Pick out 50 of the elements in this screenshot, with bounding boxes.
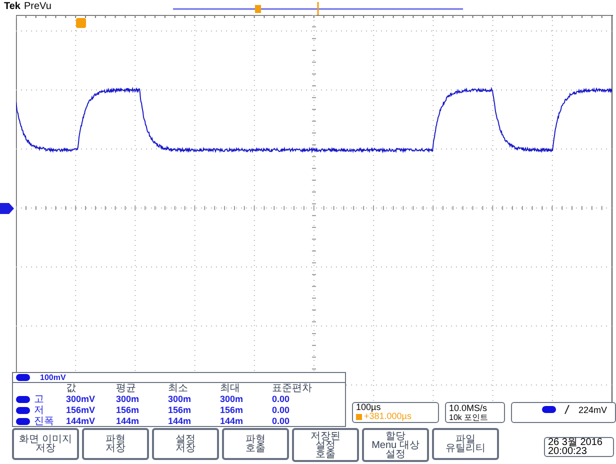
menu-button[interactable]: 저장된 설정 호출 <box>292 428 359 462</box>
trigger-position-icon <box>76 18 86 28</box>
channel-badge-icon <box>16 396 30 403</box>
sample-rate: 10.0MS/s <box>449 403 488 413</box>
column-header: 평균 <box>116 383 137 394</box>
column-header: 최대 <box>220 383 241 394</box>
measurement-value: 156mV <box>66 405 96 416</box>
date-label: 26 3월 2016 <box>548 438 604 447</box>
menu-button[interactable]: 파일 유틸리티 <box>432 428 499 460</box>
measurement-label: 진폭 <box>34 416 55 427</box>
measurement-label: 고 <box>34 394 45 405</box>
time-label: 20:00:23 <box>548 447 588 456</box>
menu-button[interactable]: 화면 이미지 저장 <box>12 428 79 460</box>
horizontal-position: +381.000µs <box>364 412 412 421</box>
channel-scale: 100mV <box>40 373 66 382</box>
menu-button[interactable]: 파형 호출 <box>222 428 289 460</box>
window-marker-icon <box>255 5 261 13</box>
measurement-value: 0.00 <box>272 394 291 405</box>
rising-slope-icon <box>564 405 570 414</box>
measurement-value: 156m <box>220 405 244 416</box>
measurement-value: 144m <box>168 416 192 427</box>
measurement-value: 300mV <box>66 394 96 405</box>
trigger-level: 224mV <box>578 405 607 415</box>
record-length: 10k 포인트 <box>449 413 490 423</box>
measurement-value: 156m <box>116 405 140 416</box>
menu-button[interactable]: 설정 저장 <box>152 428 219 460</box>
measurement-value: 300m <box>220 394 244 405</box>
column-header: 표준편차 <box>272 383 313 394</box>
channel-badge-icon <box>16 418 30 425</box>
measurement-label: 저 <box>34 405 45 416</box>
position-marker-icon <box>356 414 362 420</box>
channel-marker-icon <box>0 203 14 214</box>
channel-badge-icon <box>542 406 556 413</box>
menu-button[interactable]: 할당 Menu 대상 설정 <box>362 428 429 462</box>
measurement-value: 0.00 <box>272 416 291 427</box>
measurement-value: 144m <box>220 416 244 427</box>
measurement-value: 300m <box>168 394 192 405</box>
mode-label: PreVu <box>24 1 52 13</box>
measurement-value: 144m <box>116 416 140 427</box>
channel-badge-icon <box>16 407 30 414</box>
measurement-value: 300m <box>116 394 140 405</box>
brand-label: Tek <box>4 1 20 13</box>
menu-button[interactable]: 파형 저장 <box>82 428 149 460</box>
measurement-value: 144mV <box>66 416 96 427</box>
measurement-value: 0.00 <box>272 405 291 416</box>
measurement-value: 156m <box>168 405 192 416</box>
column-header: 최소 <box>168 383 189 394</box>
trigger-marker-icon <box>317 2 319 15</box>
column-header: 값 <box>66 383 77 394</box>
timebase-scale: 100µs <box>356 403 382 412</box>
